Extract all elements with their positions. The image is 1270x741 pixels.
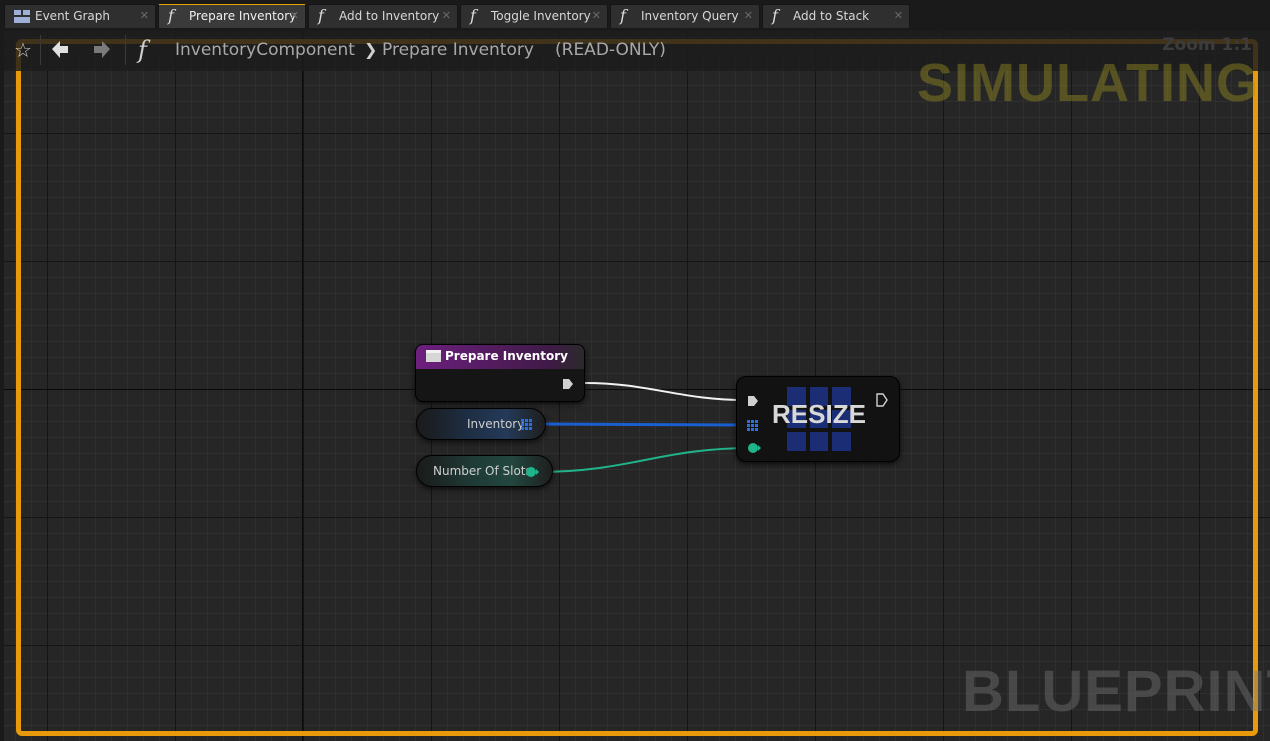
function-entry-node[interactable]: Prepare Inventory: [415, 344, 585, 402]
resize-node-title: RESIZE: [772, 399, 866, 429]
slots-variable-label: Number Of Slots: [433, 464, 532, 478]
slots-int-wire: [537, 447, 753, 473]
exec-wire: [583, 382, 746, 401]
inventory-variable-node[interactable]: Inventory: [416, 408, 546, 440]
exec-out-pin[interactable]: [562, 378, 574, 390]
array-pin-icon[interactable]: [521, 419, 533, 430]
resize-node[interactable]: RESIZE: [736, 376, 900, 462]
function-entry-header: Prepare Inventory: [416, 345, 584, 369]
function-entry-icon: [426, 350, 441, 362]
connection-wires: [537, 382, 753, 473]
int-pin-icon[interactable]: [525, 466, 539, 478]
int-in-pin-icon[interactable]: [747, 442, 761, 454]
function-entry-title: Prepare Inventory: [445, 349, 569, 363]
inventory-variable-label: Inventory: [467, 417, 525, 431]
slots-variable-node[interactable]: Number Of Slots: [416, 455, 553, 487]
inventory-array-wire: [537, 422, 746, 427]
